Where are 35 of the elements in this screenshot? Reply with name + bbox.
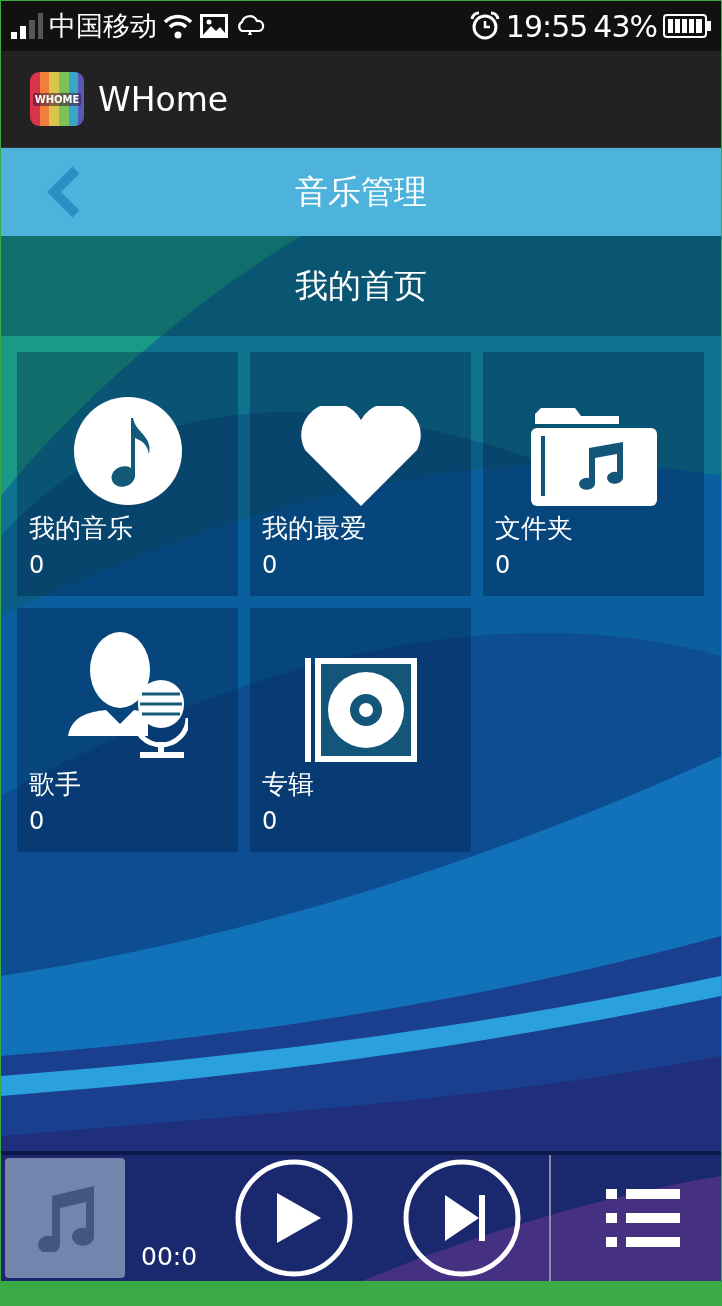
playback-time: 00:0 <box>141 1242 198 1271</box>
header-title: 音乐管理 <box>295 170 427 213</box>
tile-count: 0 <box>29 550 46 581</box>
tile-count: 0 <box>29 806 46 837</box>
play-button[interactable] <box>235 1159 354 1277</box>
alarm-clock-icon <box>469 11 500 41</box>
wifi-icon <box>163 13 193 39</box>
app-title: WHome <box>98 79 229 119</box>
tile-label: 我的最爱 <box>262 512 367 544</box>
tile-count: 0 <box>262 550 279 581</box>
carrier-name: 中国移动 <box>49 9 157 43</box>
page-title: 我的首页 <box>295 264 427 307</box>
tile-label: 歌手 <box>29 768 82 800</box>
category-tile[interactable]: 歌手 0 <box>17 608 238 852</box>
category-tile[interactable]: 文件夹 0 <box>483 352 704 596</box>
cloud-icon <box>235 15 265 37</box>
music-note-icon <box>72 396 183 506</box>
playlist-icon[interactable] <box>606 1189 681 1247</box>
tile-count: 0 <box>495 550 512 581</box>
tile-label: 专辑 <box>262 768 315 800</box>
image-icon <box>199 13 229 39</box>
battery-icon <box>663 14 711 38</box>
cd-case-icon <box>304 658 417 762</box>
battery-percent: 43% <box>593 8 657 44</box>
clock-time: 19:55 <box>505 8 588 44</box>
tile-label: 文件夹 <box>495 512 574 544</box>
app-logo[interactable]: WHOME <box>30 72 84 126</box>
tile-label: 我的音乐 <box>29 512 134 544</box>
category-tile[interactable]: 我的最爱 0 <box>250 352 471 596</box>
music-folder-icon <box>530 408 657 506</box>
signal-icon <box>11 13 43 39</box>
next-track-button[interactable] <box>403 1159 522 1277</box>
tile-count: 0 <box>262 806 279 837</box>
category-tile[interactable]: 我的音乐 0 <box>17 352 238 596</box>
category-tile[interactable]: 专辑 0 <box>250 608 471 852</box>
